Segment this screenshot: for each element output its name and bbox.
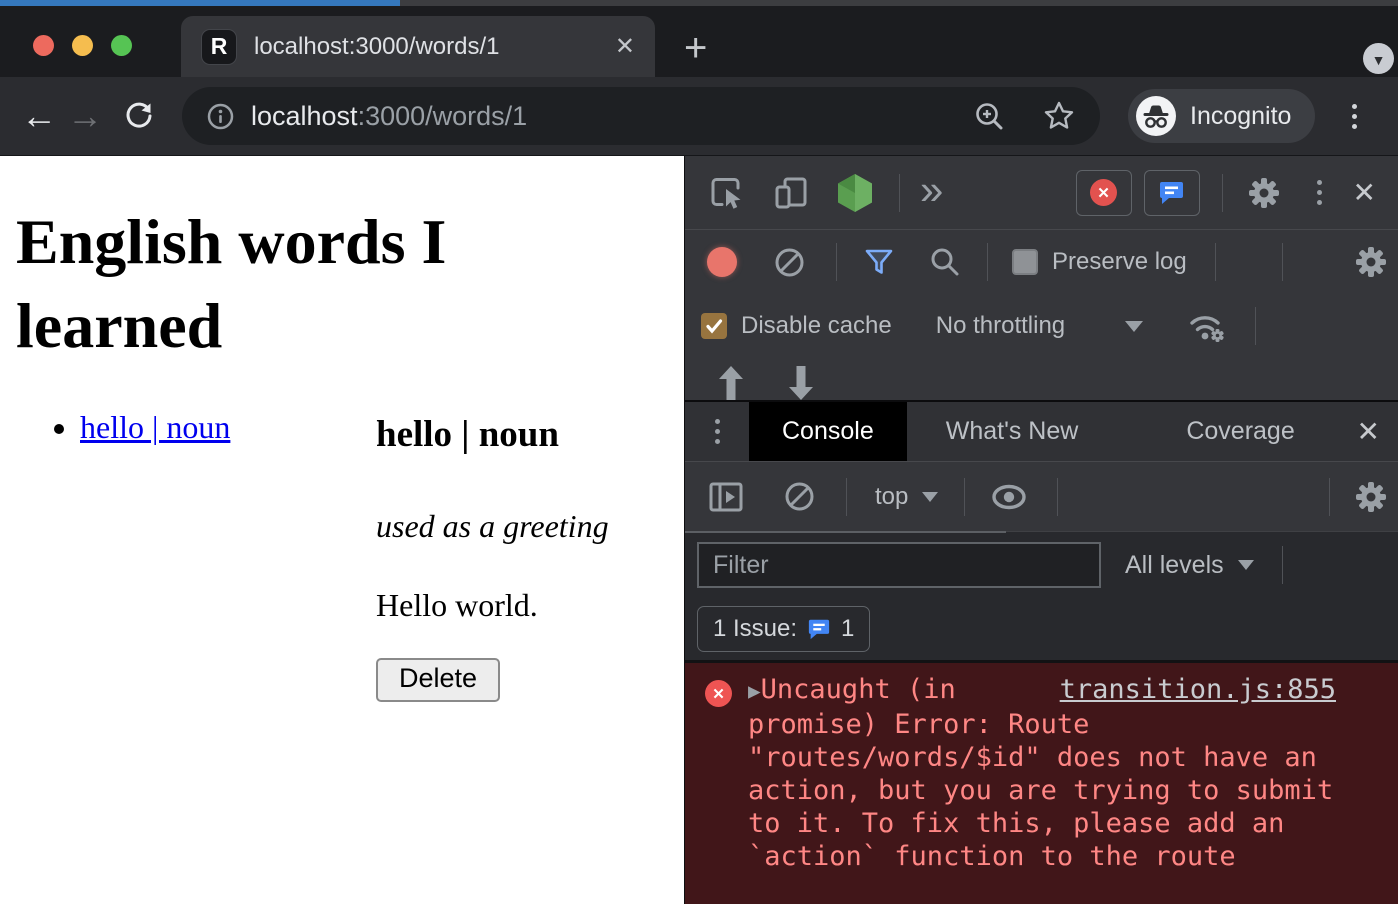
browser-window: R localhost:3000/words/1 ✕ + ▼ ← → local…	[0, 0, 1398, 904]
console-settings-gear-icon[interactable]	[1352, 478, 1390, 516]
new-tab-button[interactable]: +	[684, 34, 707, 62]
minimize-window-button[interactable]	[72, 35, 93, 56]
tab-strip: R localhost:3000/words/1 ✕ + ▼	[0, 6, 1398, 77]
error-count-badge[interactable]: ✕	[1076, 170, 1132, 216]
console-toolbar: top	[685, 462, 1398, 532]
preserve-log-checkbox[interactable]	[1012, 249, 1038, 275]
browser-toolbar: ← → localhost:3000/words/1 Incognito	[0, 77, 1398, 156]
scroll-up-icon	[717, 366, 745, 400]
issues-counter-button[interactable]: 1 Issue: 1	[697, 606, 870, 652]
tab-whats-new[interactable]: What's New	[913, 402, 1112, 461]
check-icon	[704, 316, 724, 336]
address-bar[interactable]: localhost:3000/words/1	[182, 87, 1100, 145]
zoom-window-button[interactable]	[111, 35, 132, 56]
tab-title: localhost:3000/words/1	[254, 33, 605, 61]
console-filter-bar: All levels	[685, 532, 1398, 598]
tab-coverage[interactable]: Coverage	[1153, 402, 1327, 461]
devtools-panel: » ✕ ✕	[684, 156, 1398, 904]
caret-down-icon	[1125, 321, 1143, 332]
error-icon: ✕	[1090, 179, 1117, 206]
tab-search-button[interactable]: ▼	[1363, 43, 1394, 74]
incognito-icon	[1136, 96, 1176, 136]
network-toolbar: Preserve log	[685, 230, 1398, 294]
delete-button[interactable]: Delete	[376, 658, 500, 702]
console-error-entry: ✕ transition.js:855▶Uncaught (in promise…	[685, 660, 1398, 904]
word-definition: used as a greeting	[376, 508, 668, 545]
caret-down-icon	[1238, 560, 1254, 570]
error-level-icon: ✕	[705, 680, 732, 707]
clear-network-icon[interactable]	[773, 246, 806, 279]
zoom-page-icon[interactable]	[973, 100, 1006, 133]
browser-menu-button[interactable]	[1339, 104, 1369, 129]
network-settings-gear-icon[interactable]	[1352, 243, 1390, 281]
error-message-body: transition.js:855▶Uncaught (in promise) …	[748, 673, 1336, 873]
word-list: hello | noun	[16, 409, 376, 702]
device-toolbar-icon[interactable]	[773, 174, 811, 212]
word-example: Hello world.	[376, 587, 668, 624]
drawer-close-icon[interactable]: ✕	[1357, 415, 1380, 448]
forward-button[interactable]: →	[62, 95, 108, 137]
devtools-menu-button[interactable]	[1305, 180, 1335, 205]
page-info-icon[interactable]	[206, 102, 235, 131]
issue-bubble-icon	[807, 618, 831, 640]
issue-bubble-icon	[1158, 180, 1185, 205]
close-window-button[interactable]	[33, 35, 54, 56]
browser-tab[interactable]: R localhost:3000/words/1 ✕	[181, 16, 655, 77]
scroll-down-icon	[787, 366, 815, 400]
list-item: hello | noun	[80, 409, 376, 446]
caret-down-icon	[922, 492, 938, 502]
devtools-main-toolbar: » ✕ ✕	[685, 156, 1398, 230]
search-icon[interactable]	[929, 246, 961, 278]
expand-triangle-icon[interactable]: ▶	[748, 679, 761, 703]
page-title: English words I learned	[16, 200, 668, 369]
word-heading: hello | noun	[376, 413, 668, 456]
web-page: English words I learned hello | noun hel…	[0, 156, 684, 904]
tab-console[interactable]: Console	[749, 402, 907, 461]
record-network-log-button[interactable]	[707, 247, 737, 277]
incognito-label: Incognito	[1190, 102, 1291, 131]
network-toolbar-2: Disable cache No throttling	[685, 294, 1398, 358]
console-issues-bar: 1 Issue: 1	[685, 598, 1398, 660]
word-link[interactable]: hello | noun	[80, 409, 230, 445]
url-path: :3000/words/1	[358, 101, 528, 131]
devtools-close-icon[interactable]: ✕	[1353, 176, 1376, 209]
error-source-link[interactable]: transition.js:855	[1060, 673, 1336, 706]
issue-count: 1	[841, 615, 854, 643]
settings-gear-icon[interactable]	[1245, 174, 1283, 212]
context-select[interactable]: top	[875, 483, 908, 511]
word-detail: hello | noun used as a greeting Hello wo…	[376, 409, 668, 702]
log-levels-select[interactable]: All levels	[1125, 551, 1224, 580]
disable-cache-checkbox[interactable]	[701, 313, 727, 339]
network-conditions-icon[interactable]	[1185, 308, 1229, 344]
drawer-menu-button[interactable]	[685, 419, 749, 444]
remix-favicon-icon: R	[201, 29, 237, 65]
clear-console-icon[interactable]	[783, 480, 816, 513]
drawer-tab-bar: Console What's New Coverage ✕	[685, 400, 1398, 462]
issues-badge[interactable]	[1144, 170, 1200, 216]
caret-down-icon: ▼	[1372, 52, 1386, 68]
incognito-badge: Incognito	[1128, 89, 1315, 143]
filter-funnel-icon[interactable]	[863, 247, 895, 278]
bookmark-star-icon[interactable]	[1042, 99, 1076, 133]
more-tabs-icon[interactable]: »	[920, 166, 943, 214]
issue-label: 1 Issue:	[713, 615, 797, 643]
disable-cache-label: Disable cache	[741, 312, 892, 340]
back-button[interactable]: ←	[16, 95, 62, 137]
traffic-lights	[33, 35, 132, 56]
url-text: localhost:3000/words/1	[251, 101, 527, 132]
reload-button[interactable]	[116, 100, 162, 132]
url-host: localhost	[251, 101, 358, 131]
network-panel-stub	[685, 358, 1398, 400]
preserve-log-label: Preserve log	[1052, 248, 1187, 276]
live-expression-eye-icon[interactable]	[989, 482, 1029, 512]
throttling-select[interactable]: No throttling	[936, 312, 1065, 340]
console-sidebar-icon[interactable]	[707, 478, 745, 516]
console-filter-input[interactable]	[697, 542, 1101, 588]
tab-close-icon[interactable]: ✕	[615, 32, 635, 61]
node-js-icon[interactable]	[835, 172, 875, 214]
inspect-element-icon[interactable]	[707, 174, 745, 212]
